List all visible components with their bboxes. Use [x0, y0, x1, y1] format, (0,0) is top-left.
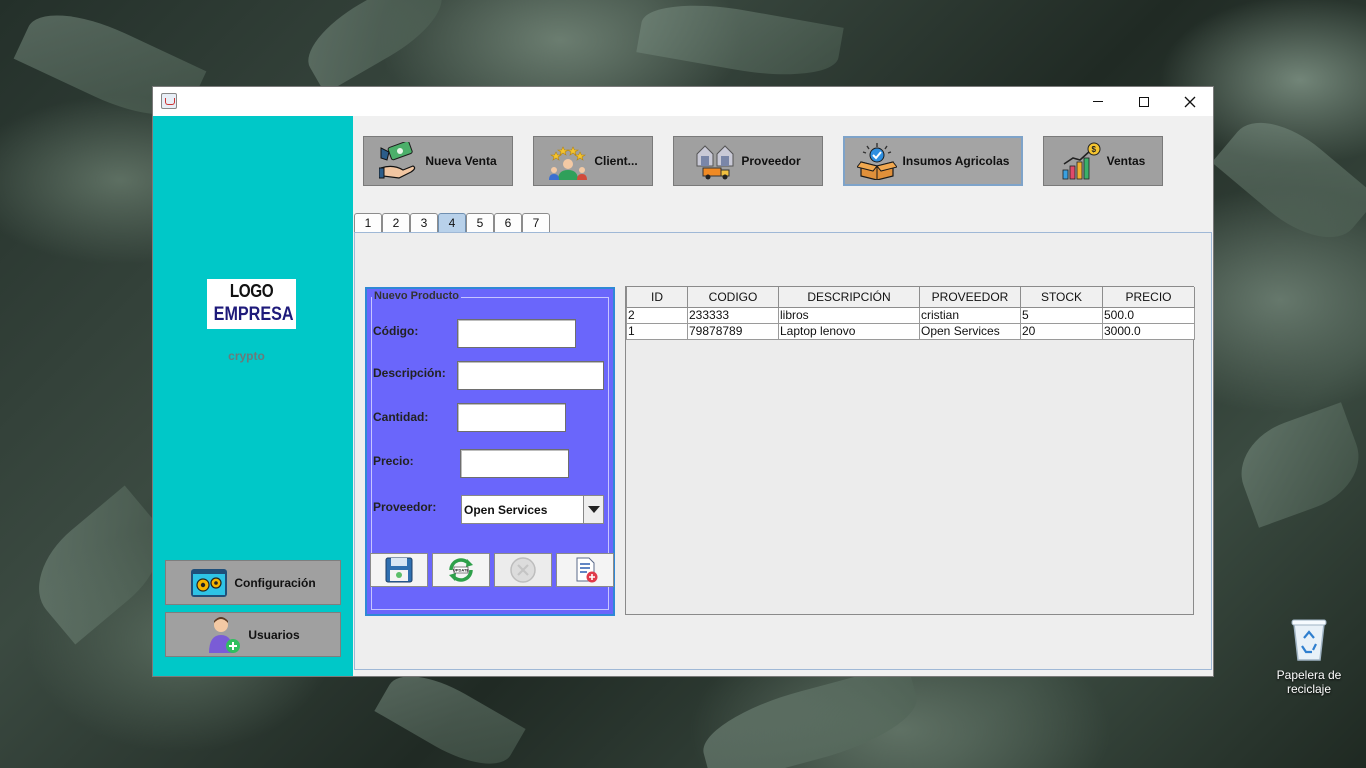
configuracion-button[interactable]: Configuración	[165, 560, 341, 605]
box-check-icon	[855, 142, 898, 181]
tab-5[interactable]: 5	[466, 213, 494, 232]
app-window: LOGO EMPRESA crypto Configuración Usuari…	[153, 87, 1213, 676]
sidebar: LOGO EMPRESA crypto Configuración Usuari…	[153, 116, 353, 676]
table-row[interactable]: 2 233333 libros cristian 5 500.0	[626, 306, 1195, 324]
column-header-stock[interactable]: STOCK	[1020, 287, 1103, 308]
tab-7[interactable]: 7	[522, 213, 550, 232]
cell-stock[interactable]: 5	[1020, 306, 1103, 324]
cell-codigo[interactable]: 79878789	[687, 322, 779, 340]
recycle-bin-shortcut[interactable]: Papelera de reciclaje	[1270, 616, 1348, 696]
tab-4[interactable]: 4	[438, 213, 466, 232]
java-app-icon	[161, 93, 177, 109]
proveedor-select[interactable]: Open Services	[461, 495, 604, 524]
column-header-codigo[interactable]: CODIGO	[687, 287, 779, 308]
cell-precio[interactable]: 500.0	[1102, 306, 1195, 324]
money-hand-icon	[378, 140, 419, 180]
supplier-truck-icon	[695, 142, 735, 180]
nuevo-producto-title: Nuevo Producto	[372, 290, 461, 302]
maximize-button[interactable]	[1121, 87, 1167, 116]
svg-text:$: $	[1091, 145, 1096, 154]
tab-6[interactable]: 6	[494, 213, 522, 232]
table-row[interactable]: 1 79878789 Laptop lenovo Open Services 2…	[626, 322, 1195, 340]
clientes-button[interactable]: Client...	[533, 136, 653, 186]
codigo-label: Código:	[373, 324, 419, 338]
logo-line-2: EMPRESA	[213, 304, 294, 325]
update-refresh-icon: UPDATE	[449, 558, 473, 582]
precio-input[interactable]	[460, 449, 569, 478]
cell-descripcion[interactable]: Laptop lenovo	[778, 322, 920, 340]
cell-precio[interactable]: 3000.0	[1102, 322, 1195, 340]
cantidad-label: Cantidad:	[373, 410, 429, 424]
tab-2[interactable]: 2	[382, 213, 410, 232]
precio-label: Precio:	[373, 454, 414, 468]
products-table: ID CODIGO DESCRIPCIÓN PROVEEDOR STOCK PR…	[626, 287, 1195, 340]
cell-codigo[interactable]: 233333	[687, 306, 779, 324]
company-logo: LOGO EMPRESA	[207, 279, 296, 329]
proveedor-label: Proveedor	[741, 154, 801, 168]
ventas-label: Ventas	[1106, 154, 1146, 168]
logo-line-1: LOGO	[229, 281, 274, 301]
column-header-id[interactable]: ID	[626, 287, 688, 308]
tab-3[interactable]: 3	[410, 213, 438, 232]
add-user-icon	[206, 615, 242, 655]
report-button[interactable]	[556, 553, 614, 587]
nuevo-producto-panel: Nuevo Producto Código: Descripción: Cant…	[365, 287, 615, 616]
close-button[interactable]	[1167, 87, 1213, 116]
codigo-input[interactable]	[457, 319, 576, 348]
document-add-icon	[576, 557, 598, 583]
cancel-x-icon	[510, 557, 536, 583]
title-bar[interactable]	[153, 87, 1213, 116]
customers-stars-icon	[548, 142, 588, 180]
tab-strip: 1 2 3 4 5 6 7	[354, 213, 550, 233]
proveedor-selected-value: Open Services	[464, 502, 548, 517]
chevron-down-icon[interactable]	[583, 496, 603, 523]
usuarios-button[interactable]: Usuarios	[165, 612, 341, 657]
usuarios-label: Usuarios	[248, 627, 300, 642]
cell-proveedor[interactable]: Open Services	[919, 322, 1021, 340]
table-header-row: ID CODIGO DESCRIPCIÓN PROVEEDOR STOCK PR…	[626, 287, 1195, 308]
tab-1[interactable]: 1	[354, 213, 382, 232]
insumos-agricolas-button[interactable]: Insumos Agricolas	[843, 136, 1023, 186]
floppy-disk-icon	[385, 557, 413, 583]
column-header-descripcion[interactable]: DESCRIPCIÓN	[778, 287, 920, 308]
column-header-precio[interactable]: PRECIO	[1102, 287, 1195, 308]
descripcion-label: Descripción:	[373, 366, 446, 380]
proveedor-button[interactable]: Proveedor	[673, 136, 823, 186]
maximize-icon	[1139, 96, 1149, 107]
ventas-button[interactable]: $ Ventas	[1043, 136, 1163, 186]
products-table-container[interactable]: ID CODIGO DESCRIPCIÓN PROVEEDOR STOCK PR…	[625, 286, 1195, 615]
update-button[interactable]: UPDATE	[432, 553, 490, 587]
recycle-bin-label-1: Papelera de	[1276, 668, 1342, 682]
minimize-button[interactable]	[1075, 87, 1121, 116]
cell-id[interactable]: 2	[626, 306, 688, 324]
clientes-label: Client...	[594, 154, 638, 168]
cell-id[interactable]: 1	[626, 322, 688, 340]
current-user-name: crypto	[228, 349, 265, 363]
nueva-venta-button[interactable]: Nueva Venta	[363, 136, 513, 186]
delete-button[interactable]	[494, 553, 552, 587]
proveedor-field-label: Proveedor:	[373, 500, 437, 514]
cell-descripcion[interactable]: libros	[778, 306, 920, 324]
nueva-venta-label: Nueva Venta	[425, 154, 497, 168]
cell-stock[interactable]: 20	[1020, 322, 1103, 340]
descripcion-input[interactable]	[457, 361, 604, 390]
cantidad-input[interactable]	[457, 403, 566, 432]
close-icon	[1184, 96, 1196, 107]
column-header-proveedor[interactable]: PROVEEDOR	[919, 287, 1021, 308]
settings-gear-icon	[190, 567, 228, 599]
save-button[interactable]	[370, 553, 428, 587]
minimize-icon	[1093, 101, 1103, 102]
insumos-agricolas-label: Insumos Agricolas	[902, 154, 1010, 168]
recycle-bin-icon	[1290, 616, 1328, 662]
configuracion-label: Configuración	[234, 575, 316, 590]
sales-chart-icon: $	[1061, 142, 1101, 180]
cell-proveedor[interactable]: cristian	[919, 306, 1021, 324]
recycle-bin-label-2: reciclaje	[1286, 682, 1331, 696]
update-icon-text: UPDATE	[453, 568, 469, 573]
